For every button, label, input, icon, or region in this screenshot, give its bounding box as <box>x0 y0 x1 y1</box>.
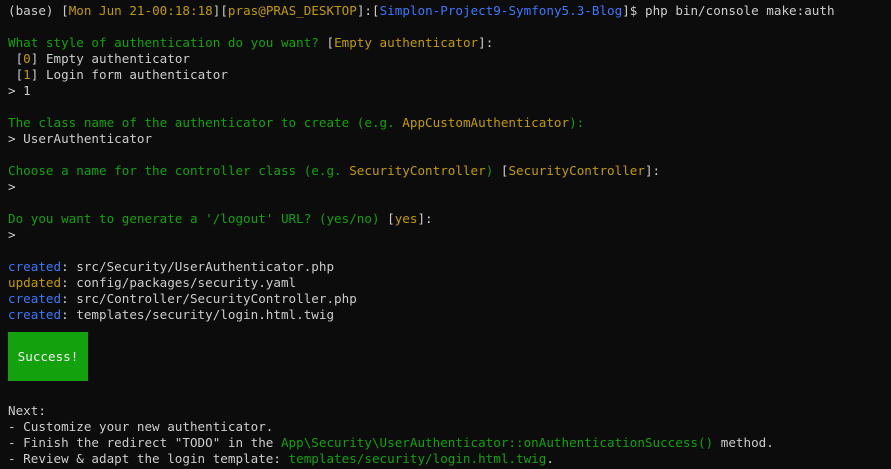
question-text-end: ): <box>569 115 585 130</box>
step-text: - Review & adapt the login template: <box>8 451 289 466</box>
file-change-line: created: templates/security/login.html.t… <box>8 307 888 323</box>
bracket: [ <box>61 3 69 18</box>
bracket: ]: <box>417 211 433 226</box>
question-text: The class name of the authenticator to c… <box>8 115 403 130</box>
success-badge: Success! <box>8 332 88 381</box>
option-index: 0 <box>23 51 31 66</box>
answer-line: > <box>8 227 16 242</box>
file-change-line: created: src/Controller/SecurityControll… <box>8 291 888 307</box>
question-text-end: ) <box>485 163 494 178</box>
code-reference: templates/security/login.html.twig <box>288 451 547 466</box>
question-text: What style of authentication do you want… <box>8 35 319 50</box>
default-value: yes <box>394 211 418 226</box>
prompt-line: (base) [Mon Jun 21-00:18:18][pras@PRAS_D… <box>8 3 888 19</box>
file-path: : templates/security/login.html.twig <box>61 307 335 322</box>
answer-line: > <box>8 179 16 194</box>
step-text-end: . <box>546 451 554 466</box>
answer-line: > UserAuthenticator <box>8 131 153 146</box>
file-path: : src/Controller/SecurityController.php <box>61 291 357 306</box>
question-controller-name: Choose a name for the controller class (… <box>8 163 888 179</box>
next-title: Next: <box>8 403 46 418</box>
option-item: [0] Empty authenticator <box>8 51 190 66</box>
next-step: - Customize your new authenticator. <box>8 419 274 434</box>
bracket: [ <box>387 211 395 226</box>
file-change-line: created: src/Security/UserAuthenticator.… <box>8 259 888 275</box>
conda-env: (base) <box>8 3 54 18</box>
success-block: Success! <box>8 323 888 387</box>
prompt-datetime: Mon Jun 21-00:18:18 <box>68 3 213 18</box>
next-step: - Review & adapt the login template: tem… <box>8 451 888 467</box>
bracket: [ <box>326 35 335 50</box>
command-text: php bin/console make:auth <box>644 3 835 18</box>
option-item: [1] Login form authenticator <box>8 67 228 82</box>
step-text: - Finish the redirect "TODO" in the <box>8 435 281 450</box>
prompt-end: ]$ <box>622 3 638 18</box>
option-index: 1 <box>23 67 31 82</box>
code-reference: App\Security\UserAuthenticator::onAuthen… <box>280 435 714 450</box>
step-text-end: method. <box>713 435 774 450</box>
prompt-project-dir: Simplon-Project9-Symfony5.3-Blog <box>379 3 623 18</box>
file-path: : config/packages/security.yaml <box>61 275 297 290</box>
next-step: - Finish the redirect "TODO" in the App\… <box>8 435 888 451</box>
example-value: AppCustomAuthenticator <box>402 115 570 130</box>
terminal-window[interactable]: (base) [Mon Jun 21-00:18:18][pras@PRAS_D… <box>8 3 888 467</box>
prompt-user-host: pras@PRAS_DESKTOP <box>227 3 357 18</box>
question-text: Do you want to generate a '/logout' URL?… <box>8 211 380 226</box>
separator: ]:[ <box>356 3 380 18</box>
file-change-line: updated: config/packages/security.yaml <box>8 275 888 291</box>
file-status: created <box>8 307 62 322</box>
question-text: Choose a name for the controller class (… <box>8 163 350 178</box>
option-label: Empty authenticator <box>45 51 190 66</box>
option-label: Login form authenticator <box>45 67 228 82</box>
bracket: ][ <box>212 3 228 18</box>
example-value: SecurityController <box>349 163 486 178</box>
default-value: SecurityController <box>508 163 645 178</box>
question-class-name: The class name of the authenticator to c… <box>8 115 888 131</box>
question-auth-style: What style of authentication do you want… <box>8 35 888 51</box>
bracket: ]: <box>478 35 494 50</box>
file-status: updated <box>8 275 62 290</box>
bracket: ]: <box>644 163 661 178</box>
question-logout-url: Do you want to generate a '/logout' URL?… <box>8 211 888 227</box>
default-value: Empty authenticator <box>334 35 479 50</box>
answer-line: > 1 <box>8 83 31 98</box>
file-path: : src/Security/UserAuthenticator.php <box>61 259 335 274</box>
file-status: created <box>8 291 62 306</box>
file-status: created <box>8 259 62 274</box>
